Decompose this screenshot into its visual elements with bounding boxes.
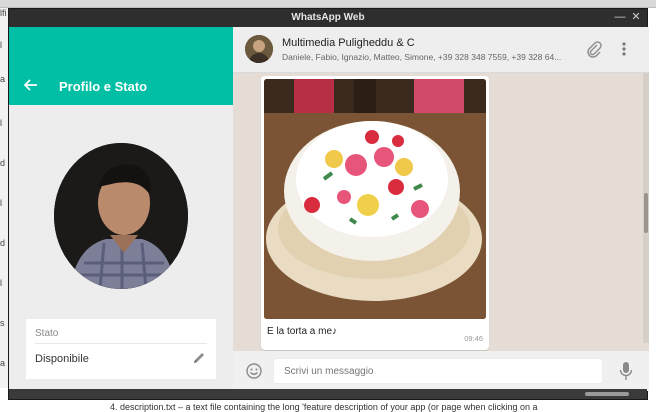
close-button[interactable]: ✕	[629, 10, 643, 24]
microphone-icon[interactable]	[619, 361, 633, 381]
horizontal-scroll-thumb[interactable]	[585, 392, 629, 396]
smiley-icon[interactable]	[245, 362, 263, 380]
chat-title: Multimedia Puligheddu & C	[282, 37, 415, 49]
background-fragment: s	[0, 318, 5, 328]
arrow-left-icon[interactable]	[23, 77, 39, 93]
background-fragment: l	[0, 198, 2, 208]
background-fragment: a	[0, 358, 6, 368]
music-note-emoji: ♪	[332, 326, 338, 337]
profile-header: Profilo e Stato	[9, 27, 233, 105]
paperclip-icon[interactable]	[585, 40, 603, 58]
profile-panel: Profilo e Stato Stato Disponibile	[9, 27, 233, 391]
window-statusbar	[9, 389, 647, 399]
background-fragment: d	[0, 238, 6, 248]
window-titlebar[interactable]: WhatsApp Web — ✕	[9, 9, 647, 27]
pencil-icon[interactable]	[192, 351, 206, 365]
chat-panel: Multimedia Puligheddu & C Daniele, Fabio…	[233, 27, 649, 391]
message-composer	[233, 351, 649, 391]
status-value[interactable]: Disponibile	[35, 353, 89, 365]
message-caption: E la torta a me♪	[267, 326, 338, 337]
profile-title: Profilo e Stato	[59, 79, 148, 94]
background-page-strip: lfi l a l d l d l s a	[0, 8, 8, 388]
background-fragment: l	[0, 40, 2, 50]
message-input[interactable]	[273, 358, 603, 384]
status-label: Stato	[35, 328, 59, 339]
message-bubble[interactable]: E la torta a me♪ 09:46	[261, 76, 489, 350]
background-fragment: lfi	[0, 8, 7, 18]
background-page-text: 4. description.txt – a text file contain…	[110, 402, 538, 412]
chat-members: Daniele, Fabio, Ignazio, Matteo, Simone,…	[282, 52, 562, 62]
background-fragment: d	[0, 158, 6, 168]
background-fragment: l	[0, 278, 2, 288]
scrollbar-thumb[interactable]	[644, 193, 648, 233]
chat-header[interactable]: Multimedia Puligheddu & C Daniele, Fabio…	[233, 27, 649, 73]
message-time: 09:46	[464, 334, 483, 343]
background-fragment: a	[0, 74, 6, 84]
message-image[interactable]	[264, 79, 486, 319]
chat-scrollbar[interactable]	[643, 73, 649, 343]
more-vertical-icon[interactable]	[619, 39, 629, 59]
browser-backdrop	[0, 0, 656, 8]
app-content: Profilo e Stato Stato Disponibile Multim…	[9, 27, 649, 391]
status-divider	[35, 343, 207, 344]
window-title: WhatsApp Web	[291, 12, 365, 23]
background-fragment: l	[0, 118, 2, 128]
profile-avatar[interactable]	[54, 143, 188, 289]
group-avatar[interactable]	[245, 35, 273, 63]
minimize-button[interactable]: —	[613, 10, 627, 24]
app-window: WhatsApp Web — ✕ Profilo e Stato Stato D…	[8, 8, 649, 400]
status-card: Stato Disponibile	[26, 319, 216, 379]
